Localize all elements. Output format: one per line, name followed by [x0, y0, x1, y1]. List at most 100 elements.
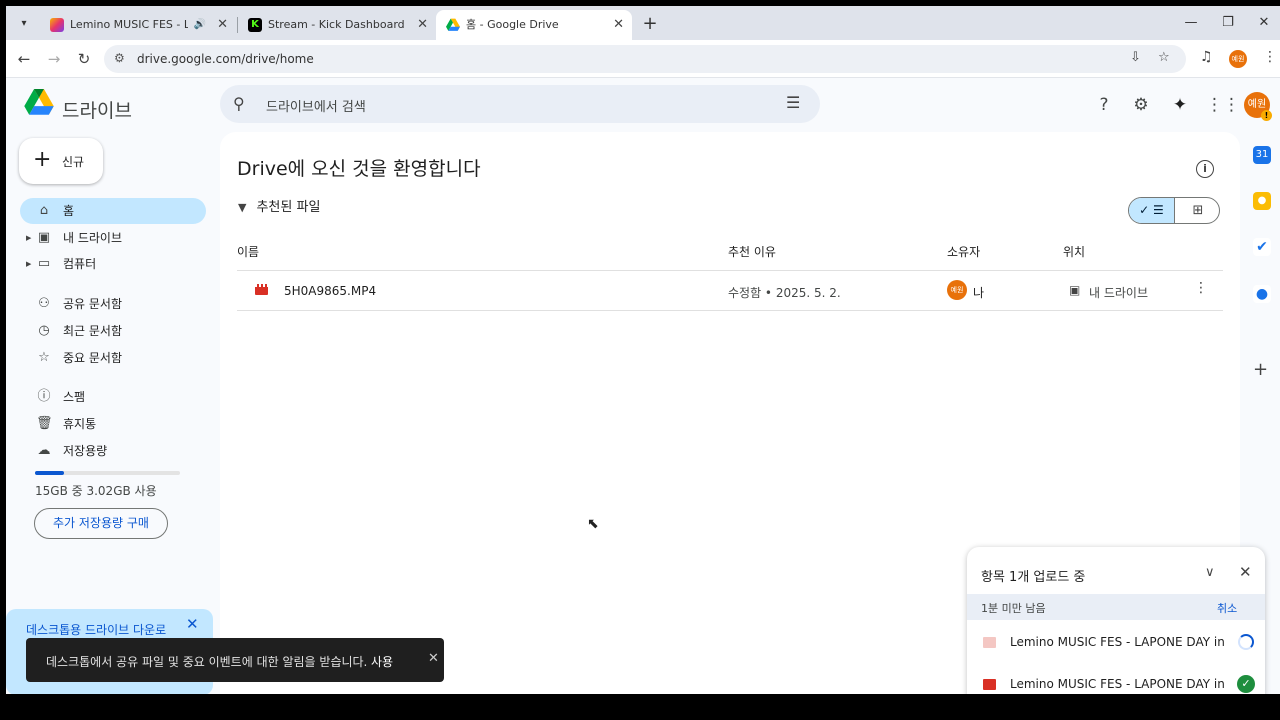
column-header-reason: 추천 이유 [728, 245, 776, 259]
column-header-name[interactable]: 이름 [237, 243, 259, 260]
my-drive-icon: ▣ [1069, 283, 1081, 297]
upload-title: 항목 1개 업로드 중 [981, 570, 1086, 585]
buy-storage-button[interactable]: 추가 저장용량 구매 [34, 508, 168, 539]
sidebar-item-spam[interactable]: ⓘ 스팸 [20, 384, 206, 410]
bookmark-star-icon[interactable]: ☆ [1158, 50, 1170, 65]
back-button[interactable]: ← [13, 48, 35, 70]
settings-gear-icon[interactable]: ⚙ [1130, 94, 1152, 116]
new-button[interactable]: + 신규 [19, 138, 103, 184]
enable-button[interactable]: 사용 [371, 653, 393, 670]
address-bar[interactable]: ⚙ drive.google.com/drive/home ⇩ ☆ [104, 45, 1186, 73]
reload-button[interactable]: ↻ [73, 48, 95, 70]
restore-button[interactable]: ❐ [1216, 14, 1240, 32]
contacts-icon[interactable]: ● [1253, 285, 1271, 303]
close-window-button[interactable]: ✕ [1252, 14, 1276, 32]
browser-menu-icon[interactable]: ⋮ [1263, 49, 1277, 65]
sidebar-item-label: 중요 문서함 [63, 351, 123, 365]
tab-google-drive[interactable]: 홈 - Google Drive ✕ [436, 10, 632, 40]
suggestion-reason: 수정함 • 2025. 5. 2. [728, 286, 841, 300]
mouse-cursor-icon: ⬉ [587, 516, 599, 532]
sidebar-item-home[interactable]: ⌂ 홈 [20, 198, 206, 224]
divider [237, 270, 1223, 271]
storage-meter-fill [35, 471, 64, 475]
more-actions-icon[interactable]: ⋮ [1194, 280, 1208, 296]
search-options-icon[interactable]: ☰ [786, 93, 800, 112]
page-title: Drive에 오신 것을 환영합니다 [237, 158, 481, 180]
close-icon[interactable]: ✕ [428, 651, 439, 666]
tab-search-chevron-icon[interactable]: ▾ [14, 14, 34, 34]
suggested-files-header[interactable]: ▼ 추천된 파일 [238, 196, 320, 215]
keep-icon[interactable]: ● [1253, 192, 1271, 210]
storage-usage-text: 15GB 중 3.02GB 사용 [35, 484, 157, 498]
sidebar-item-storage[interactable]: ☁ 저장용량 [20, 438, 206, 464]
tab-strip: ▾ Lemino MUSIC FES - LAPONE 🔊 ✕ K Stream … [6, 6, 1280, 40]
tab-lemino[interactable]: Lemino MUSIC FES - LAPONE 🔊 ✕ [40, 10, 236, 40]
screen: ▾ Lemino MUSIC FES - LAPONE 🔊 ✕ K Stream … [6, 6, 1280, 694]
close-tab-icon[interactable]: ✕ [217, 10, 228, 40]
list-item[interactable]: Lemino MUSIC FES - LAPONE DAY in E... [967, 623, 1265, 663]
upload-file-name: Lemino MUSIC FES - LAPONE DAY in E... [1010, 635, 1225, 649]
app-name[interactable]: 드라이브 [62, 96, 132, 123]
sidebar-item-label: 휴지통 [63, 417, 97, 431]
column-header-owner: 소유자 [947, 245, 981, 259]
sidebar-item-recent[interactable]: ◷ 최근 문서함 [20, 318, 206, 344]
sidebar-item-label: 최근 문서함 [63, 324, 123, 338]
search-bar[interactable]: ⚲ 드라이브에서 검색 ☰ [220, 85, 820, 123]
chevron-down-icon[interactable]: ∨ [1205, 565, 1215, 580]
help-icon[interactable]: ? [1093, 94, 1115, 116]
drive-favicon-icon [446, 18, 460, 31]
browser-profile-avatar[interactable]: 예원 [1229, 50, 1247, 68]
sidebar-item-starred[interactable]: ☆ 중요 문서함 [20, 345, 206, 371]
add-addon-icon[interactable]: + [1253, 359, 1268, 380]
sidebar-item-shared[interactable]: ⚇ 공유 문서함 [20, 291, 206, 317]
close-icon[interactable]: ✕ [186, 615, 199, 633]
gemini-sparkle-icon[interactable]: ✦ [1169, 94, 1191, 116]
apps-grid-icon[interactable]: ⋮⋮ [1206, 94, 1240, 116]
sidebar-item-label: 저장용량 [63, 444, 108, 458]
tab-kick[interactable]: K Stream - Kick Dashboard ✕ [238, 10, 436, 40]
column-header-location: 위치 [1063, 245, 1086, 259]
tasks-icon[interactable]: ✔ [1253, 238, 1271, 256]
minimize-button[interactable]: — [1179, 14, 1203, 32]
tab-title: Lemino MUSIC FES - LAPONE [70, 18, 188, 31]
close-tab-icon[interactable]: ✕ [613, 10, 624, 40]
speaker-icon[interactable]: 🔊 [194, 10, 206, 40]
expand-caret-icon[interactable]: ▶ [26, 251, 31, 277]
install-app-icon[interactable]: ⇩ [1130, 50, 1141, 65]
file-name[interactable]: 5H0A9865.MP4 [284, 284, 376, 298]
list-view-button[interactable]: ✓ ☰ [1129, 198, 1175, 223]
upload-panel: 항목 1개 업로드 중 ∨ ✕ 1분 미만 남음 취소 Lemino MUSIC… [967, 547, 1265, 694]
close-icon[interactable]: ✕ [1239, 563, 1252, 581]
sidebar-item-label: 스팸 [63, 390, 86, 404]
media-control-icon[interactable]: ♫ [1200, 49, 1213, 65]
sidebar-item-label: 내 드라이브 [63, 231, 123, 245]
cancel-upload-button[interactable]: 취소 [1217, 600, 1237, 616]
star-icon: ☆ [38, 350, 50, 365]
sidebar-item-trash[interactable]: 🗑 휴지통 [20, 411, 206, 437]
video-file-icon [255, 284, 268, 295]
sidebar-item-my-drive[interactable]: ▶ ▣ 내 드라이브 [20, 225, 206, 251]
desktop-banner-text[interactable]: 데스크톱용 드라이브 다운로 [26, 621, 166, 638]
search-icon[interactable]: ⚲ [233, 94, 245, 113]
time-remaining: 1분 미만 남음 [981, 602, 1046, 615]
file-location[interactable]: 내 드라이브 [1089, 284, 1148, 301]
chevron-down-icon[interactable]: ▼ [238, 201, 246, 214]
forward-button[interactable]: → [43, 48, 65, 70]
home-icon: ⌂ [39, 203, 49, 218]
lemino-favicon-icon [50, 18, 64, 32]
list-item[interactable]: Lemino MUSIC FES - LAPONE DAY in E... ✓ [967, 665, 1265, 694]
drive-logo-icon[interactable] [24, 89, 54, 116]
check-done-icon: ✓ [1237, 675, 1255, 693]
close-tab-icon[interactable]: ✕ [417, 10, 428, 40]
trash-icon: 🗑 [36, 416, 53, 431]
grid-view-button[interactable]: ⊞ [1175, 198, 1219, 223]
divider [237, 310, 1223, 311]
expand-caret-icon[interactable]: ▶ [26, 225, 31, 251]
info-icon[interactable]: i [1196, 160, 1214, 178]
new-tab-button[interactable]: + [638, 12, 662, 36]
calendar-icon[interactable]: 31 [1253, 146, 1271, 164]
owner-avatar: 예원 [947, 280, 967, 300]
kick-favicon-icon: K [248, 18, 262, 32]
site-info-icon[interactable]: ⚙ [114, 51, 125, 65]
sidebar-item-computers[interactable]: ▶ ▭ 컴퓨터 [20, 251, 206, 277]
